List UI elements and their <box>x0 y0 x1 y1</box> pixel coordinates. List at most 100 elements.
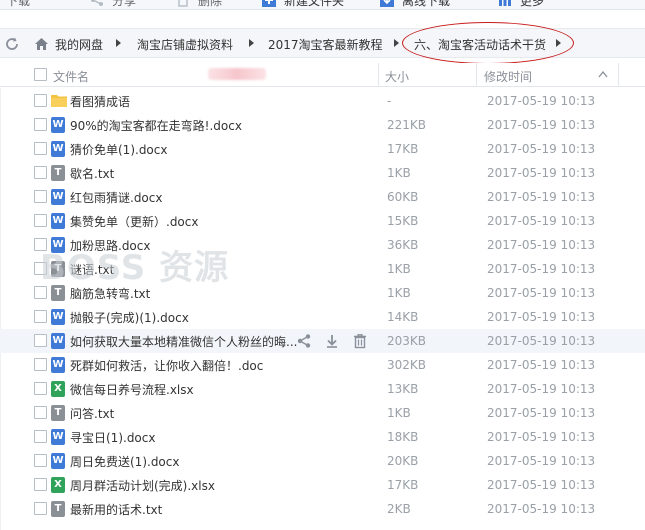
table-row[interactable]: W 如何获取大量本地精准微信个人粉丝的晦... 203KB 2017-05-19 10… <box>0 329 645 353</box>
file-date: 2017-05-19 10:13 <box>487 214 596 228</box>
docx-file-icon: W <box>51 213 65 229</box>
select-all-checkbox[interactable] <box>34 68 47 81</box>
delete-label: 删除 <box>198 0 223 8</box>
column-divider <box>476 63 477 87</box>
docx-file-icon: W <box>51 453 65 469</box>
offline-download-button[interactable]: 离线下载 <box>380 0 450 10</box>
row-checkbox[interactable] <box>34 214 47 227</box>
file-name[interactable]: 抛骰子(完成)(1).docx <box>70 309 189 326</box>
table-row[interactable]: W 死群如何救活，让你收入翻倍！.doc 302KB 2017-05-19 10:13 <box>0 353 645 377</box>
row-actions <box>296 333 380 349</box>
file-name[interactable]: 问答.txt <box>70 405 114 422</box>
share-icon <box>91 0 103 6</box>
docx-file-icon: W <box>51 357 65 373</box>
file-size: 221KB <box>387 118 427 132</box>
file-size: 13KB <box>387 382 419 396</box>
column-name[interactable]: 文件名 <box>53 68 89 85</box>
row-checkbox[interactable] <box>34 502 47 515</box>
highlight-ellipse <box>402 22 574 64</box>
file-name[interactable]: 集赞免单（更新）.docx <box>70 213 198 230</box>
table-row[interactable]: T 歇名.txt 1KB 2017-05-19 10:13 <box>0 161 645 185</box>
file-name[interactable]: 90%的淘宝客都在走弯路!.docx <box>70 117 242 134</box>
table-row[interactable]: W 抛骰子(完成)(1).docx 14KB 2017-05-19 10:13 <box>0 305 645 329</box>
docx-file-icon: W <box>51 141 65 157</box>
folder-icon <box>51 94 67 107</box>
table-row[interactable]: T 最新用的话术.txt 2KB 2017-05-19 10:13 <box>0 497 645 521</box>
file-date: 2017-05-19 10:13 <box>487 238 596 252</box>
docx-file-icon: W <box>51 189 65 205</box>
row-checkbox[interactable] <box>34 166 47 179</box>
row-checkbox[interactable] <box>34 406 47 419</box>
plus-icon <box>262 0 276 7</box>
table-row[interactable]: W 红包雨猜谜.docx 60KB 2017-05-19 10:13 <box>0 185 645 209</box>
table-row[interactable]: W 周日免费送(1).docx 20KB 2017-05-19 10:13 <box>0 449 645 473</box>
xlsx-file-icon: X <box>51 477 65 493</box>
new-folder-button[interactable]: 新建文件夹 <box>262 0 344 10</box>
file-size: 36KB <box>387 238 419 252</box>
breadcrumb-label: 2017淘宝客最新教程 <box>268 37 383 52</box>
table-row[interactable]: 看图猜成语 - 2017-05-19 10:13 <box>0 89 645 113</box>
refresh-icon[interactable] <box>4 36 20 52</box>
download-icon[interactable] <box>324 333 340 349</box>
file-name[interactable]: 死群如何救活，让你收入翻倍！.doc <box>70 357 263 374</box>
download-button[interactable]: 下载 <box>6 0 30 10</box>
trash-icon[interactable] <box>352 333 368 349</box>
row-checkbox[interactable] <box>34 190 47 203</box>
share-button[interactable]: 分享 <box>90 0 136 10</box>
column-modified[interactable]: 修改时间 <box>484 68 532 85</box>
row-checkbox[interactable] <box>34 310 47 323</box>
column-size[interactable]: 大小 <box>385 68 409 85</box>
file-name[interactable]: 红包雨猜谜.docx <box>70 189 162 206</box>
row-checkbox[interactable] <box>34 430 47 443</box>
breadcrumb-item[interactable]: 淘宝店铺虚拟资料 <box>137 36 233 52</box>
file-name[interactable]: 周日免费送(1).docx <box>70 453 179 470</box>
file-name[interactable]: 寻宝日(1).docx <box>70 429 155 446</box>
column-divider <box>378 63 379 87</box>
file-name[interactable]: 微信每日养号流程.xlsx <box>70 381 194 398</box>
file-name[interactable]: 周月群活动计划(完成).xlsx <box>70 477 215 494</box>
table-row[interactable]: X 微信每日养号流程.xlsx 13KB 2017-05-19 10:13 <box>0 377 645 401</box>
breadcrumb-item[interactable]: 2017淘宝客最新教程 <box>268 36 383 52</box>
file-name[interactable]: 最新用的话术.txt <box>70 501 162 518</box>
new-folder-label: 新建文件夹 <box>284 0 345 8</box>
sort-up-icon[interactable] <box>598 71 608 78</box>
file-date: 2017-05-19 10:13 <box>487 478 596 492</box>
file-size: 1KB <box>387 262 411 276</box>
file-date: 2017-05-19 10:13 <box>487 454 596 468</box>
share-label: 分享 <box>112 0 137 8</box>
file-name[interactable]: 歇名.txt <box>70 165 114 182</box>
table-row[interactable]: W 寻宝日(1).docx 18KB 2017-05-19 10:13 <box>0 425 645 449</box>
table-row[interactable]: W 猜价免单(1).docx 17KB 2017-05-19 10:13 <box>0 137 645 161</box>
file-size: 302KB <box>387 358 427 372</box>
file-size: 1KB <box>387 406 411 420</box>
table-row[interactable]: W 90%的淘宝客都在走弯路!.docx 221KB 2017-05-19 10:13 <box>0 113 645 137</box>
file-name[interactable]: 如何获取大量本地精准微信个人粉丝的晦... <box>70 333 297 350</box>
file-name[interactable]: 看图猜成语 <box>70 93 130 110</box>
xlsx-file-icon: X <box>51 381 65 397</box>
file-size: 20KB <box>387 454 419 468</box>
file-date: 2017-05-19 10:13 <box>487 262 596 276</box>
row-checkbox[interactable] <box>34 382 47 395</box>
table-row[interactable]: X 周月群活动计划(完成).xlsx 17KB 2017-05-19 10:13 <box>0 473 645 497</box>
row-checkbox[interactable] <box>34 94 47 107</box>
breadcrumb-item-home[interactable]: 我的网盘 <box>34 36 103 52</box>
file-size: 1KB <box>387 166 411 180</box>
row-checkbox[interactable] <box>34 454 47 467</box>
file-name[interactable]: 猜价免单(1).docx <box>70 141 167 158</box>
trash-icon <box>178 0 188 7</box>
table-row[interactable]: W 集赞免单（更新）.docx 15KB 2017-05-19 10:13 <box>0 209 645 233</box>
offline-download-label: 离线下载 <box>402 0 451 8</box>
file-size: 2KB <box>387 502 411 516</box>
more-button[interactable]: 更多 <box>498 0 544 10</box>
share-icon[interactable] <box>296 333 312 349</box>
row-checkbox[interactable] <box>34 118 47 131</box>
row-checkbox[interactable] <box>34 142 47 155</box>
table-row[interactable]: T 问答.txt 1KB 2017-05-19 10:13 <box>0 401 645 425</box>
redacted-area <box>208 68 266 80</box>
row-checkbox[interactable] <box>34 478 47 491</box>
row-checkbox[interactable] <box>34 358 47 371</box>
file-date: 2017-05-19 10:13 <box>487 94 596 108</box>
delete-button[interactable]: 删除 <box>176 0 222 10</box>
file-date: 2017-05-19 10:13 <box>487 382 596 396</box>
row-checkbox[interactable] <box>34 334 47 347</box>
